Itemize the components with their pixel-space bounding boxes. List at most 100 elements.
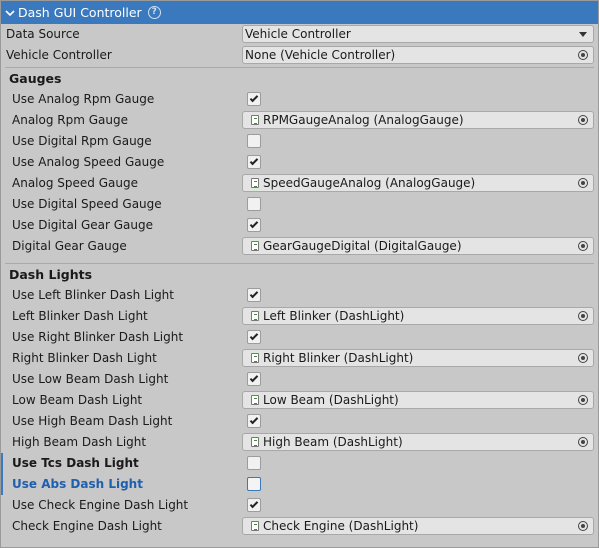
object-picker-icon[interactable] <box>578 395 588 405</box>
object-picker-icon[interactable] <box>578 241 588 251</box>
right-blinker-dash-light-row: Right Blinker Dash Light Right Blinker (D… <box>1 348 598 369</box>
object-picker-icon[interactable] <box>578 521 588 531</box>
use-digital-speed-gauge-checkbox[interactable] <box>247 197 261 211</box>
left-blinker-dash-light-label: Left Blinker Dash Light <box>12 309 148 323</box>
analog-rpm-gauge-label: Analog Rpm Gauge <box>12 113 128 127</box>
use-low-beam-dash-light-label: Use Low Beam Dash Light <box>12 372 169 386</box>
checkmark-icon <box>249 93 259 103</box>
dropdown-arrow-icon[interactable] <box>579 32 587 37</box>
use-digital-rpm-gauge-label: Use Digital Rpm Gauge <box>12 134 152 148</box>
use-digital-speed-gauge-row: Use Digital Speed Gauge <box>1 194 598 215</box>
object-picker-icon[interactable] <box>578 311 588 321</box>
use-check-engine-dash-light-row: Use Check Engine Dash Light <box>1 495 598 516</box>
low-beam-dash-light-field[interactable]: Low Beam (DashLight) <box>242 391 594 409</box>
checkmark-icon <box>249 331 259 341</box>
gauges-section-title: Gauges <box>9 71 62 86</box>
use-digital-speed-gauge-label: Use Digital Speed Gauge <box>12 197 162 211</box>
high-beam-dash-light-row: High Beam Dash Light High Beam (DashLight… <box>1 432 598 453</box>
use-high-beam-dash-light-row: Use High Beam Dash Light <box>1 411 598 432</box>
check-engine-dash-light-value: Check Engine (DashLight) <box>263 519 419 533</box>
data-source-label: Data Source <box>6 27 80 41</box>
analog-rpm-gauge-value: RPMGaugeAnalog (AnalogGauge) <box>263 113 464 127</box>
analog-rpm-gauge-field[interactable]: RPMGaugeAnalog (AnalogGauge) <box>242 111 594 129</box>
use-right-blinker-dash-light-row: Use Right Blinker Dash Light <box>1 327 598 348</box>
object-picker-icon[interactable] <box>578 437 588 447</box>
vehicle-controller-label: Vehicle Controller <box>6 48 112 62</box>
divider <box>5 67 594 68</box>
high-beam-dash-light-field[interactable]: High Beam (DashLight) <box>242 433 594 451</box>
object-picker-icon[interactable] <box>578 50 588 60</box>
use-abs-dash-light-checkbox[interactable] <box>247 477 261 491</box>
use-analog-speed-gauge-row: Use Analog Speed Gauge <box>1 152 598 173</box>
script-icon <box>251 521 259 531</box>
checkmark-icon <box>249 373 259 383</box>
use-digital-rpm-gauge-row: Use Digital Rpm Gauge <box>1 131 598 152</box>
vehicle-controller-value: None (Vehicle Controller) <box>245 48 396 62</box>
use-analog-speed-gauge-label: Use Analog Speed Gauge <box>12 155 165 169</box>
use-tcs-dash-light-checkbox[interactable] <box>247 456 261 470</box>
low-beam-dash-light-row: Low Beam Dash Light Low Beam (DashLight) <box>1 390 598 411</box>
checkmark-icon <box>249 156 259 166</box>
digital-gear-gauge-field[interactable]: GearGaugeDigital (DigitalGauge) <box>242 237 594 255</box>
checkmark-icon <box>249 415 259 425</box>
use-check-engine-dash-light-checkbox[interactable] <box>247 498 261 512</box>
use-analog-speed-gauge-checkbox[interactable] <box>247 155 261 169</box>
script-icon <box>251 178 259 188</box>
use-digital-gear-gauge-row: Use Digital Gear Gauge <box>1 215 598 236</box>
script-icon <box>251 311 259 321</box>
dash-lights-section-title: Dash Lights <box>9 267 93 282</box>
use-low-beam-dash-light-checkbox[interactable] <box>247 372 261 386</box>
chevron-down-icon[interactable] <box>5 8 15 18</box>
use-low-beam-dash-light-row: Use Low Beam Dash Light <box>1 369 598 390</box>
use-left-blinker-dash-light-row: Use Left Blinker Dash Light <box>1 285 598 306</box>
high-beam-dash-light-value: High Beam (DashLight) <box>263 435 403 449</box>
use-right-blinker-dash-light-checkbox[interactable] <box>247 330 261 344</box>
object-picker-icon[interactable] <box>578 115 588 125</box>
analog-speed-gauge-field[interactable]: SpeedGaugeAnalog (AnalogGauge) <box>242 174 594 192</box>
right-blinker-dash-light-label: Right Blinker Dash Light <box>12 351 157 365</box>
left-blinker-dash-light-field[interactable]: Left Blinker (DashLight) <box>242 307 594 325</box>
check-engine-dash-light-label: Check Engine Dash Light <box>12 519 162 533</box>
use-abs-dash-light-label: Use Abs Dash Light <box>12 477 143 491</box>
use-abs-dash-light-row: Use Abs Dash Light <box>1 474 598 495</box>
use-tcs-dash-light-label: Use Tcs Dash Light <box>12 456 139 470</box>
checkmark-icon <box>249 219 259 229</box>
right-blinker-dash-light-value: Right Blinker (DashLight) <box>263 351 414 365</box>
left-blinker-dash-light-row: Left Blinker Dash Light Left Blinker (Das… <box>1 306 598 327</box>
analog-rpm-gauge-row: Analog Rpm Gauge RPMGaugeAnalog (AnalogGa… <box>1 110 598 131</box>
use-check-engine-dash-light-label: Use Check Engine Dash Light <box>12 498 189 512</box>
high-beam-dash-light-label: High Beam Dash Light <box>12 435 147 449</box>
divider <box>5 263 594 264</box>
right-blinker-dash-light-field[interactable]: Right Blinker (DashLight) <box>242 349 594 367</box>
use-high-beam-dash-light-label: Use High Beam Dash Light <box>12 414 173 428</box>
digital-gear-gauge-value: GearGaugeDigital (DigitalGauge) <box>263 239 462 253</box>
component-title: Dash GUI Controller <box>18 5 142 20</box>
use-tcs-dash-light-row: Use Tcs Dash Light <box>1 453 598 474</box>
data-source-row: Data Source Vehicle Controller <box>1 24 598 45</box>
object-picker-icon[interactable] <box>578 178 588 188</box>
use-digital-gear-gauge-label: Use Digital Gear Gauge <box>12 218 154 232</box>
use-high-beam-dash-light-checkbox[interactable] <box>247 414 261 428</box>
inspector-panel: Dash GUI Controller ? Data Source Vehicl… <box>0 0 599 548</box>
checkmark-icon <box>249 499 259 509</box>
left-blinker-dash-light-value: Left Blinker (DashLight) <box>263 309 405 323</box>
script-icon <box>251 437 259 447</box>
data-source-dropdown[interactable]: Vehicle Controller <box>242 25 594 43</box>
low-beam-dash-light-value: Low Beam (DashLight) <box>263 393 399 407</box>
object-picker-icon[interactable] <box>578 353 588 363</box>
use-digital-gear-gauge-checkbox[interactable] <box>247 218 261 232</box>
use-digital-rpm-gauge-checkbox[interactable] <box>247 134 261 148</box>
checkmark-icon <box>249 289 259 299</box>
help-icon[interactable]: ? <box>147 6 161 19</box>
script-icon <box>251 115 259 125</box>
use-left-blinker-dash-light-checkbox[interactable] <box>247 288 261 302</box>
check-engine-dash-light-field[interactable]: Check Engine (DashLight) <box>242 517 594 535</box>
vehicle-controller-field[interactable]: None (Vehicle Controller) <box>242 46 594 64</box>
analog-speed-gauge-row: Analog Speed Gauge SpeedGaugeAnalog (Anal… <box>1 173 598 194</box>
digital-gear-gauge-label: Digital Gear Gauge <box>12 239 127 253</box>
low-beam-dash-light-label: Low Beam Dash Light <box>12 393 143 407</box>
use-analog-rpm-gauge-checkbox[interactable] <box>247 92 261 106</box>
analog-speed-gauge-value: SpeedGaugeAnalog (AnalogGauge) <box>263 176 476 190</box>
vehicle-controller-row: Vehicle Controller None (Vehicle Control… <box>1 45 598 66</box>
component-header[interactable]: Dash GUI Controller ? <box>1 1 598 24</box>
